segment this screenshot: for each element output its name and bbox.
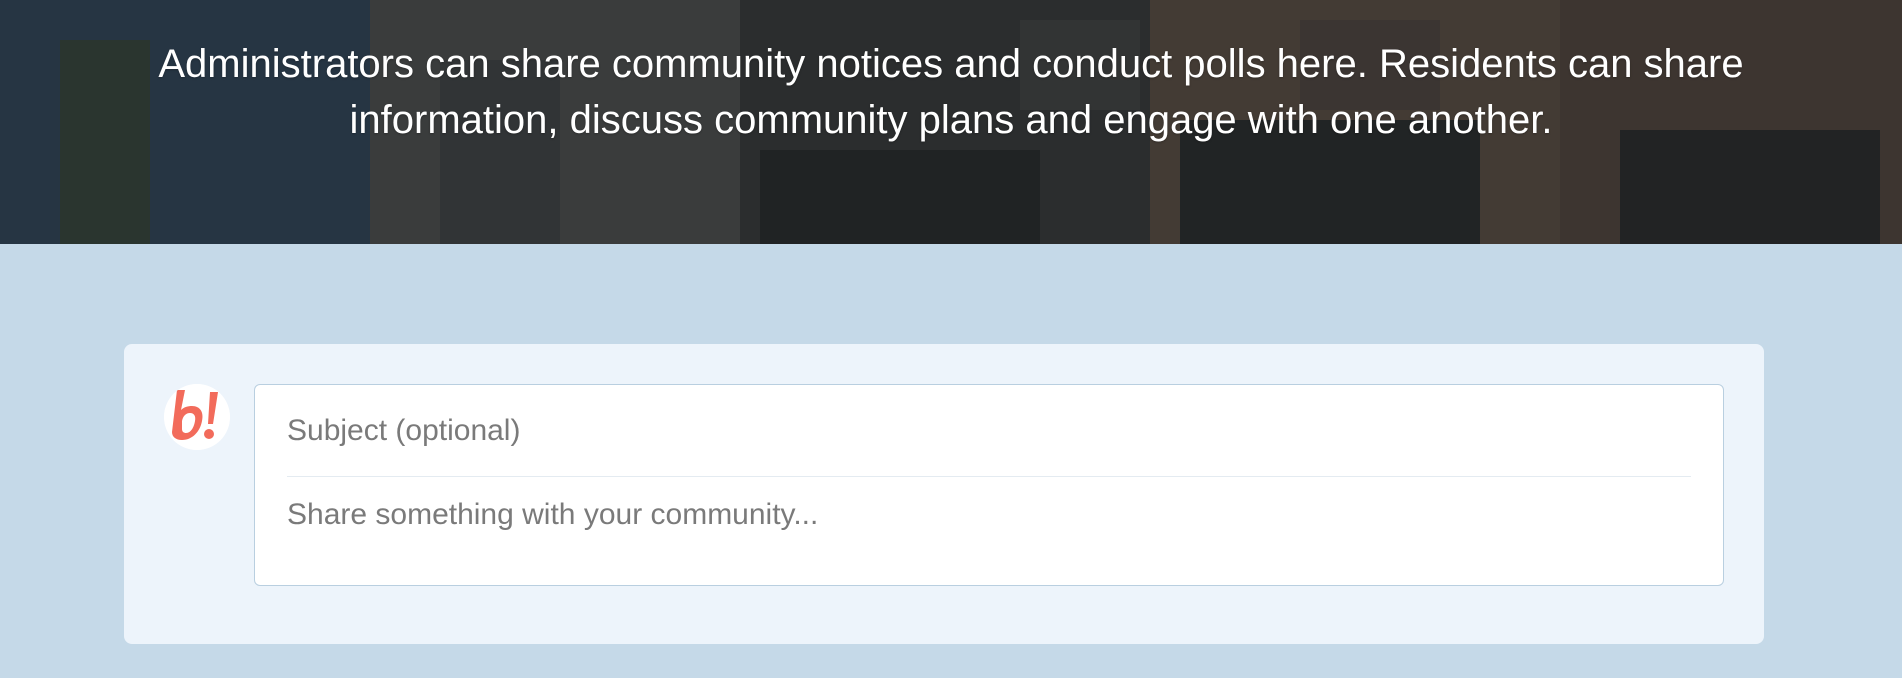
composer-divider (287, 476, 1691, 477)
post-composer-card (124, 344, 1764, 644)
post-body-input[interactable] (287, 495, 1689, 555)
subject-input[interactable] (287, 399, 1689, 463)
composer-box (254, 384, 1724, 586)
hero-description: Administrators can share community notic… (158, 42, 1744, 142)
b-exclaim-logo-icon (164, 384, 230, 450)
hero-banner: Administrators can share community notic… (0, 0, 1902, 244)
main-content (0, 244, 1902, 678)
